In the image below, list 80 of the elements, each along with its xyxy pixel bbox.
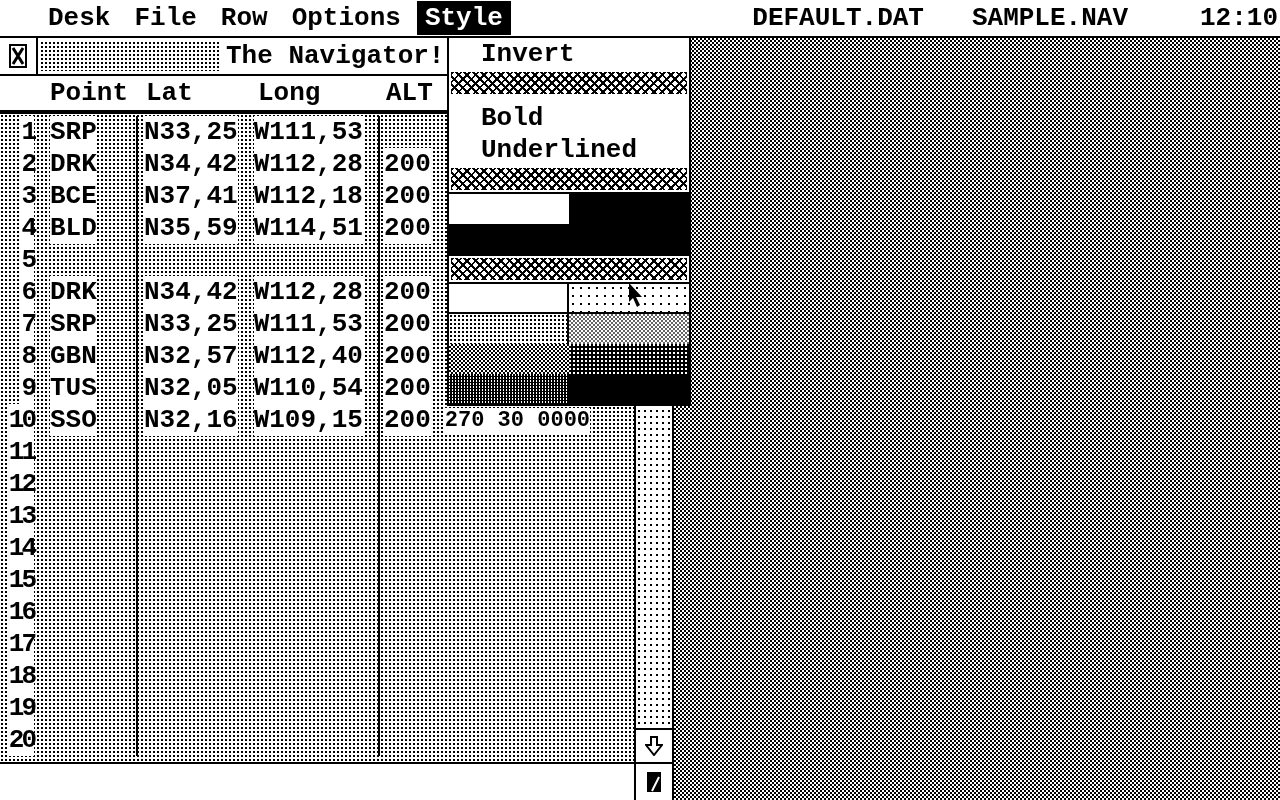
table-cell: DRK <box>50 276 97 308</box>
down-arrow-icon <box>645 736 663 756</box>
table-cell: 200 <box>384 340 431 372</box>
table-cell: W112,28 <box>253 148 363 180</box>
column-header: ALT <box>386 77 433 109</box>
table-cell: W112,28 <box>253 276 363 308</box>
clock: 12:10 <box>1199 2 1279 34</box>
close-icon <box>9 44 27 68</box>
fill-pattern-swatch[interactable] <box>449 284 569 314</box>
column-header: Point <box>50 77 129 109</box>
table-cell: N35,59 <box>144 212 238 244</box>
table-cell: W110,54 <box>253 372 363 404</box>
table-cell: SRP <box>50 308 97 340</box>
fill-pattern-swatch[interactable] <box>569 314 689 344</box>
table-cell: SSO <box>50 404 97 436</box>
table-cell: BCE <box>50 180 97 212</box>
table-cell: TUS <box>50 372 97 404</box>
fill-pattern-swatch[interactable] <box>569 284 689 314</box>
column-header: Lat <box>146 77 194 109</box>
table-cell: GBN <box>50 340 97 372</box>
table-cell: 200 <box>384 148 431 180</box>
fill-pattern-swatch[interactable] <box>569 194 689 224</box>
table-cell: 200 <box>384 180 431 212</box>
table-cell: W112,18 <box>253 180 363 212</box>
resize-icon <box>646 771 662 793</box>
row-number: 5 <box>21 244 34 276</box>
row-number: 9 <box>21 372 34 404</box>
table-cell: W111,53 <box>253 116 363 148</box>
row-number: 1 <box>21 116 34 148</box>
row-number: 13 <box>8 500 34 532</box>
table-cell: N33,25 <box>144 308 238 340</box>
table-cell: 200 <box>384 372 431 404</box>
menu-item[interactable]: Bold <box>449 102 689 134</box>
row-number: 8 <box>21 340 34 372</box>
table-cell: W111,53 <box>253 308 363 340</box>
table-cell: SRP <box>50 116 97 148</box>
file-name: DEFAULT.DAT <box>752 2 924 34</box>
table-cell: W112,40 <box>253 340 363 372</box>
table-cell: 200 <box>384 212 431 244</box>
fill-pattern-swatch[interactable] <box>449 224 689 256</box>
row-number: 7 <box>21 308 34 340</box>
row-number: 2 <box>21 148 34 180</box>
row-number: 14 <box>8 532 34 564</box>
column-header: Long <box>258 77 322 109</box>
row-number: 19 <box>8 692 34 724</box>
table-cell: W114,51 <box>253 212 363 244</box>
fill-pattern-swatch[interactable] <box>569 344 689 374</box>
row-number: 20 <box>8 724 34 756</box>
table-cell: N32,57 <box>144 340 238 372</box>
row-number: 6 <box>21 276 34 308</box>
row-number: 16 <box>8 596 34 628</box>
row-number: 11 <box>8 436 34 468</box>
table-cell: 200 <box>384 404 431 436</box>
row-number: 12 <box>8 468 34 500</box>
table-cell: BLD <box>50 212 97 244</box>
window-title: The Navigator! <box>226 40 445 72</box>
file-name: SAMPLE.NAV <box>971 2 1128 34</box>
table-cell: 200 <box>384 276 431 308</box>
row-number: 15 <box>8 564 34 596</box>
table-cell: W109,15 <box>253 404 363 436</box>
table-cell: N34,42 <box>144 148 238 180</box>
table-cell: N37,41 <box>144 180 238 212</box>
row-number: 17 <box>8 628 34 660</box>
table-cell: N32,05 <box>144 372 238 404</box>
row-number: 18 <box>8 660 34 692</box>
table-cell: DRK <box>50 148 97 180</box>
menu-item[interactable]: Invert <box>449 38 689 70</box>
table-cell: N34,42 <box>144 276 238 308</box>
menu-title[interactable]: Style <box>416 1 511 35</box>
fill-pattern-swatch[interactable] <box>449 344 569 374</box>
fill-pattern-swatch[interactable] <box>569 374 689 404</box>
menu-item[interactable]: Underlined <box>449 134 689 166</box>
row-number: 4 <box>21 212 34 244</box>
table-cell: 200 <box>384 308 431 340</box>
table-cell: 270 30 0000 <box>444 408 591 434</box>
row-number: 10 <box>8 404 34 436</box>
fill-pattern-swatch[interactable] <box>449 374 569 404</box>
table-cell: N33,25 <box>144 116 238 148</box>
table-cell: N32,16 <box>144 404 238 436</box>
fill-pattern-swatch[interactable] <box>449 314 569 344</box>
